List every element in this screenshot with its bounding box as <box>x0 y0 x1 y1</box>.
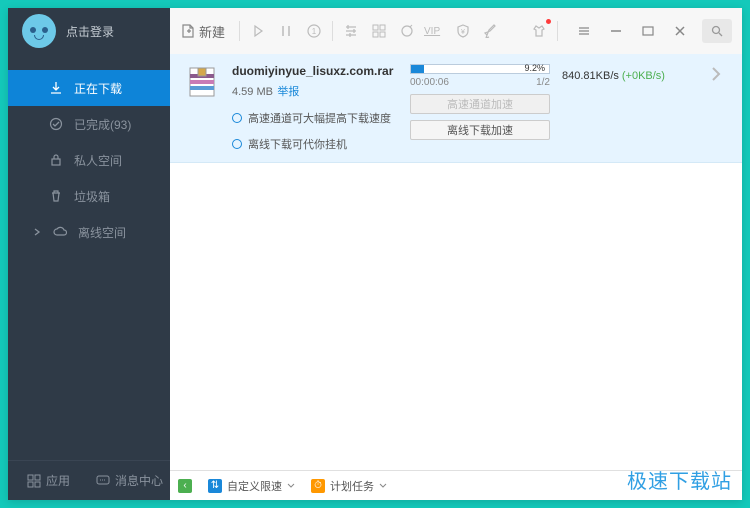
vip-button[interactable]: VIP <box>421 17 449 45</box>
messages-label: 消息中心 <box>115 472 163 489</box>
speed-limit-button[interactable]: ⇅ 自定义限速 <box>208 478 295 494</box>
avatar-icon <box>22 14 56 48</box>
sidebar-item-completed[interactable]: 已完成(93) <box>8 106 170 142</box>
offline-accel-button[interactable]: 离线下载加速 <box>410 120 550 140</box>
content-area: duomiyinyue_lisuxz.com.rar 4.59 MB 举报 高速… <box>170 54 742 500</box>
maximize-button[interactable] <box>634 17 662 45</box>
sidebar-label: 已完成(93) <box>74 116 131 133</box>
rar-file-icon <box>184 64 220 100</box>
divider <box>332 21 333 41</box>
apps-button[interactable]: 应用 <box>8 461 89 500</box>
chevron-right-icon <box>709 64 723 84</box>
avatar-area[interactable]: 点击登录 <box>8 14 170 48</box>
sidebar-label: 离线空间 <box>78 224 126 241</box>
prev-icon: ‹ <box>178 479 192 493</box>
check-icon <box>48 116 64 132</box>
speed-limit-label: 自定义限速 <box>227 478 282 494</box>
sidebar-label: 垃圾箱 <box>74 188 110 205</box>
shield-button[interactable]: ¥ <box>449 17 477 45</box>
close-button[interactable] <box>666 17 694 45</box>
svg-text:1: 1 <box>312 27 317 36</box>
new-file-icon <box>180 23 196 39</box>
target-button[interactable] <box>393 17 421 45</box>
parts-count: 1/2 <box>536 77 550 88</box>
chevron-down-icon <box>379 482 387 490</box>
svg-text:VIP: VIP <box>424 26 440 37</box>
clock-icon: ⏱ <box>311 479 325 493</box>
download-list: duomiyinyue_lisuxz.com.rar 4.59 MB 举报 高速… <box>170 54 742 470</box>
ring-icon <box>232 139 242 149</box>
login-text: 点击登录 <box>66 23 114 40</box>
main-area: 正在下载 已完成(93) 私人空间 垃圾箱 离线空间 <box>8 54 742 500</box>
progress-fill <box>411 65 424 73</box>
chevron-down-icon <box>287 482 295 490</box>
play-button[interactable] <box>244 17 272 45</box>
toolbar: 新建 1 VIP ¥ <box>170 8 742 54</box>
sidebar-item-offline[interactable]: 离线空间 <box>8 214 170 250</box>
progress-bar: 9.2% <box>410 64 550 74</box>
file-info: duomiyinyue_lisuxz.com.rar 4.59 MB 举报 高速… <box>232 64 398 152</box>
sidebar-bottom: 应用 消息中心 <box>8 460 170 500</box>
elapsed-time: 00:00:06 <box>410 77 449 88</box>
sidebar-label: 私人空间 <box>74 152 122 169</box>
schedule-label: 计划任务 <box>330 478 374 494</box>
settings-button[interactable] <box>337 17 365 45</box>
sidebar-item-downloading[interactable]: 正在下载 <box>8 70 170 106</box>
file-name: duomiyinyue_lisuxz.com.rar <box>232 64 393 78</box>
sidebar-label: 正在下载 <box>74 80 122 97</box>
ring-icon <box>232 113 242 123</box>
svg-text:¥: ¥ <box>461 29 465 36</box>
speed-column: 840.81KB/s (+0KB/s) <box>562 64 692 82</box>
messages-button[interactable]: 消息中心 <box>89 461 170 500</box>
rocket-button[interactable] <box>477 17 505 45</box>
new-label: 新建 <box>199 22 225 41</box>
prev-button[interactable]: ‹ <box>178 479 192 493</box>
sidebar-list: 正在下载 已完成(93) 私人空间 垃圾箱 离线空间 <box>8 54 170 460</box>
divider <box>557 21 558 41</box>
speed-icon: ⇅ <box>208 479 222 493</box>
tip-offline: 离线下载可代你挂机 <box>232 136 398 152</box>
minimize-button[interactable] <box>602 17 630 45</box>
apps-icon <box>27 474 41 488</box>
chat-icon <box>96 474 110 488</box>
grid-button[interactable] <box>365 17 393 45</box>
tip-highspeed: 高速通道可大幅提高下载速度 <box>232 110 398 126</box>
tip-text: 离线下载可代你挂机 <box>248 136 347 152</box>
chevron-right-icon <box>32 224 42 240</box>
sidebar-item-trash[interactable]: 垃圾箱 <box>8 178 170 214</box>
cloud-icon <box>52 224 68 240</box>
progress-percent: 9.2% <box>524 63 545 73</box>
speed-plus: (+0KB/s) <box>622 70 665 82</box>
skin-button[interactable] <box>525 17 553 45</box>
download-item[interactable]: duomiyinyue_lisuxz.com.rar 4.59 MB 举报 高速… <box>170 54 742 163</box>
report-link[interactable]: 举报 <box>277 86 299 98</box>
search-icon <box>711 25 723 37</box>
schedule-button[interactable]: ⏱ 计划任务 <box>311 478 387 494</box>
titlebar: 点击登录 新建 1 VIP ¥ <box>8 8 742 54</box>
pause-button[interactable] <box>272 17 300 45</box>
tip-text: 高速通道可大幅提高下载速度 <box>248 110 391 126</box>
loop-button[interactable]: 1 <box>300 17 328 45</box>
progress-column: 9.2% 00:00:06 1/2 高速通道加速 离线下载加速 <box>410 64 550 140</box>
menu-button[interactable] <box>570 17 598 45</box>
download-icon <box>48 80 64 96</box>
speed-value: 840.81KB/s <box>562 70 619 82</box>
new-task-button[interactable]: 新建 <box>180 22 225 41</box>
expand-arrow[interactable] <box>704 64 728 84</box>
divider <box>239 21 240 41</box>
apps-label: 应用 <box>46 472 70 489</box>
sidebar-item-private[interactable]: 私人空间 <box>8 142 170 178</box>
trash-icon <box>48 188 64 204</box>
file-size: 4.59 MB <box>232 86 273 98</box>
highspeed-button[interactable]: 高速通道加速 <box>410 94 550 114</box>
sidebar: 正在下载 已完成(93) 私人空间 垃圾箱 离线空间 <box>8 54 170 500</box>
app-window: 点击登录 新建 1 VIP ¥ <box>8 8 742 500</box>
lock-icon <box>48 152 64 168</box>
search-button[interactable] <box>702 19 732 43</box>
bottom-bar: ‹ ⇅ 自定义限速 ⏱ 计划任务 <box>170 470 742 500</box>
